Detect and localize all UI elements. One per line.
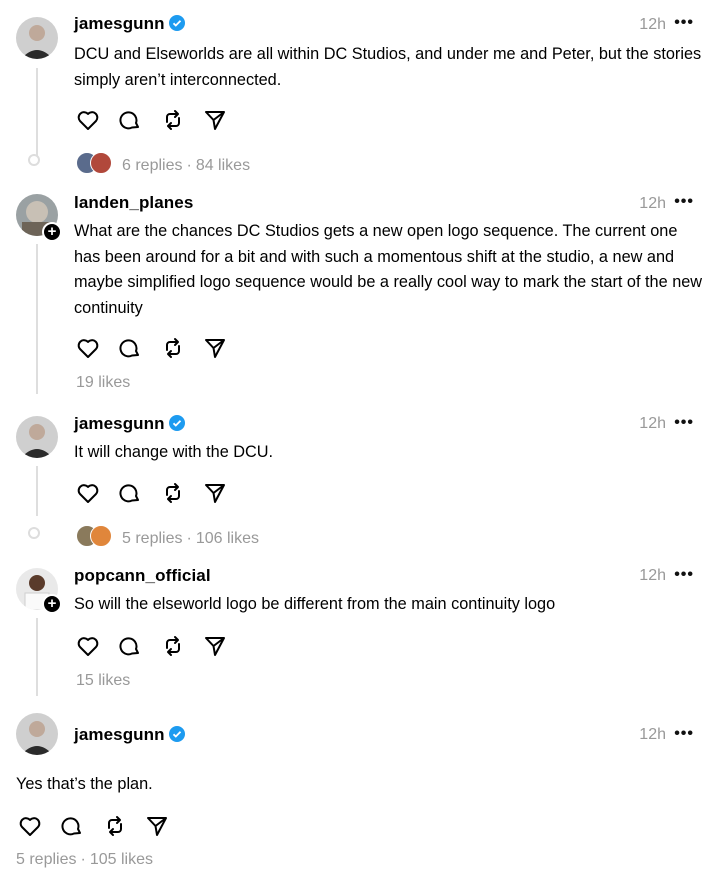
share-icon[interactable] xyxy=(203,634,227,663)
more-options-icon[interactable]: ••• xyxy=(674,14,694,32)
username[interactable]: popcann_official xyxy=(74,566,211,585)
follow-plus-icon[interactable]: + xyxy=(42,594,62,614)
likes-count[interactable]: 84 likes xyxy=(196,157,250,174)
verified-badge-icon xyxy=(168,415,185,436)
verified-badge-icon xyxy=(168,15,185,36)
post-text: DCU and Elseworlds are all within DC Stu… xyxy=(74,45,702,89)
replies-count[interactable]: 6 replies xyxy=(122,157,182,174)
post-stats: 5 replies · 106 likes xyxy=(76,525,259,548)
repost-icon[interactable] xyxy=(103,814,127,843)
share-icon[interactable] xyxy=(203,481,227,510)
thread-line xyxy=(36,618,38,696)
post-time: 12h xyxy=(639,567,666,584)
post-text: Yes that’s the plan. xyxy=(16,775,153,793)
avatar[interactable] xyxy=(16,713,58,755)
separator: · xyxy=(186,157,192,174)
avatar[interactable] xyxy=(16,416,58,458)
post-text: What are the chances DC Studios gets a n… xyxy=(74,222,703,317)
post-text: It will change with the DCU. xyxy=(74,443,274,461)
repost-icon[interactable] xyxy=(161,108,185,137)
post-actions xyxy=(18,814,183,840)
username[interactable]: jamesgunn xyxy=(74,414,165,433)
post-actions xyxy=(76,634,241,660)
likes-count[interactable]: 19 likes xyxy=(76,374,130,391)
share-icon[interactable] xyxy=(203,336,227,365)
separator: · xyxy=(186,530,192,547)
likes-count[interactable]: 15 likes xyxy=(76,672,130,689)
share-icon[interactable] xyxy=(203,108,227,137)
thread-line xyxy=(36,244,38,394)
comment-icon[interactable] xyxy=(118,634,142,663)
username[interactable]: jamesgunn xyxy=(74,14,165,33)
avatar[interactable] xyxy=(16,17,58,59)
post-stats: 6 replies · 84 likes xyxy=(76,152,250,175)
thread-line xyxy=(36,466,38,516)
comment-icon[interactable] xyxy=(118,336,142,365)
heart-icon[interactable] xyxy=(18,814,42,843)
heart-icon[interactable] xyxy=(76,634,100,663)
reply-indicator xyxy=(28,527,40,539)
comment-icon[interactable] xyxy=(60,814,84,843)
post-time: 12h xyxy=(639,726,666,743)
reply-indicator xyxy=(28,154,40,166)
heart-icon[interactable] xyxy=(76,481,100,510)
post-stats: 5 replies · 105 likes xyxy=(16,851,153,869)
more-options-icon[interactable]: ••• xyxy=(674,725,694,743)
heart-icon[interactable] xyxy=(76,336,100,365)
separator: · xyxy=(80,851,86,868)
replies-count[interactable]: 5 replies xyxy=(122,530,182,547)
likes-count[interactable]: 106 likes xyxy=(196,530,259,547)
username[interactable]: landen_planes xyxy=(74,193,193,212)
post-time: 12h xyxy=(639,16,666,33)
more-options-icon[interactable]: ••• xyxy=(674,193,694,211)
post-actions xyxy=(76,336,241,362)
follow-plus-icon[interactable]: + xyxy=(42,222,62,242)
post-actions xyxy=(76,481,241,507)
reply-avatars xyxy=(76,525,112,548)
more-options-icon[interactable]: ••• xyxy=(674,566,694,584)
comment-icon[interactable] xyxy=(118,481,142,510)
more-options-icon[interactable]: ••• xyxy=(674,414,694,432)
post-stats: 19 likes xyxy=(76,374,130,392)
reply-avatars xyxy=(76,152,112,175)
likes-count[interactable]: 105 likes xyxy=(90,851,153,868)
post-text: So will the elseworld logo be different … xyxy=(74,595,556,613)
post-actions xyxy=(76,108,241,134)
comment-icon[interactable] xyxy=(118,108,142,137)
post-time: 12h xyxy=(639,415,666,432)
replies-count[interactable]: 5 replies xyxy=(16,851,76,868)
post-stats: 15 likes xyxy=(76,672,130,690)
thread-line xyxy=(36,68,38,156)
username[interactable]: jamesgunn xyxy=(74,725,165,744)
post-time: 12h xyxy=(639,195,666,212)
repost-icon[interactable] xyxy=(161,336,185,365)
repost-icon[interactable] xyxy=(161,481,185,510)
share-icon[interactable] xyxy=(145,814,169,843)
heart-icon[interactable] xyxy=(76,108,100,137)
repost-icon[interactable] xyxy=(161,634,185,663)
verified-badge-icon xyxy=(168,726,185,747)
